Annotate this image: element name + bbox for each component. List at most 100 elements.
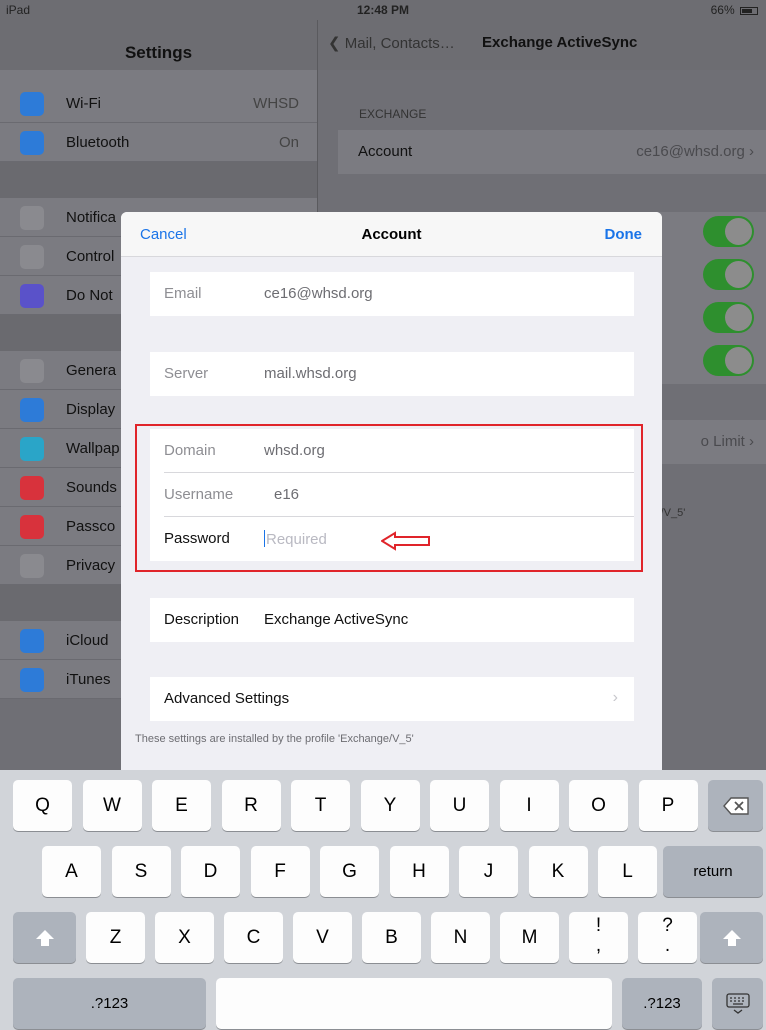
sidebar-item-wi-fi[interactable]: Wi-Fi WHSD [0, 84, 317, 123]
advanced-settings-row[interactable]: Advanced Settings › [150, 677, 634, 721]
modal-title: Account [361, 226, 422, 243]
keyboard-dismiss-icon [725, 993, 750, 1014]
key-y[interactable]: Y [360, 780, 420, 831]
key-s[interactable]: S [111, 846, 171, 897]
numbers-key-right[interactable]: .?123 [622, 978, 702, 1029]
delete-icon [722, 797, 749, 815]
back-button-label: Mail, Contacts… [344, 35, 455, 52]
sidebar-title: Settings [0, 20, 317, 70]
account-row[interactable]: Account ce16@whsd.org › [338, 130, 766, 174]
key-e[interactable]: E [152, 780, 211, 831]
key-h[interactable]: H [389, 846, 449, 897]
key-p[interactable]: P [638, 780, 698, 831]
key-!,[interactable]: ! , [569, 912, 628, 963]
account-row-label: Account [358, 143, 413, 160]
return-key[interactable]: return [663, 846, 763, 897]
bluetooth-icon [20, 131, 44, 155]
server-value[interactable]: mail.whsd.org [264, 365, 357, 382]
arrow-left-icon [381, 531, 430, 551]
sidebar-item-label: Passco [66, 518, 116, 535]
sidebar-gap [0, 162, 317, 198]
speaker-icon [20, 476, 44, 500]
key-q[interactable]: Q [13, 780, 72, 831]
key-a[interactable]: A [42, 846, 101, 897]
lock-icon [20, 515, 44, 539]
sidebar-item-label: Privacy [66, 557, 116, 574]
sidebar-item-value: WHSD [253, 95, 299, 112]
keyboard: QWERTYUIOP ASDFGHJKL return Z X C V B N M! ,? … [0, 770, 766, 1030]
display-icon [20, 398, 44, 422]
key-t[interactable]: T [291, 780, 350, 831]
sidebar-item-label: iCloud [66, 632, 109, 649]
advanced-group: Advanced Settings › [150, 677, 634, 721]
chevron-right-icon: › [612, 689, 618, 706]
done-button[interactable]: Done [605, 226, 643, 243]
server-group: Server mail.whsd.org [150, 352, 634, 396]
sidebar-item-bluetooth[interactable]: Bluetooth On [0, 123, 317, 162]
key-r[interactable]: R [221, 780, 281, 831]
key-l[interactable]: L [598, 846, 657, 897]
key-c[interactable]: C [224, 912, 283, 963]
description-value[interactable]: Exchange ActiveSync [264, 611, 408, 628]
key-o[interactable]: O [569, 780, 628, 831]
sidebar-item-label: Bluetooth [66, 134, 130, 151]
key-d[interactable]: D [181, 846, 240, 897]
numbers-key-left[interactable]: .?123 [13, 978, 206, 1029]
key-n[interactable]: N [431, 912, 490, 963]
app-store-icon [20, 668, 44, 692]
email-field[interactable]: Email ce16@whsd.org [150, 272, 634, 316]
backspace-key[interactable] [708, 780, 763, 831]
key-i[interactable]: I [499, 780, 559, 831]
wifi-icon [20, 92, 44, 116]
battery-indicator: 66% [711, 3, 758, 17]
email-value[interactable]: ce16@whsd.org [264, 285, 373, 302]
back-button[interactable]: ❮ Mail, Contacts… [328, 34, 455, 52]
key-z[interactable]: Z [86, 912, 145, 963]
key-f[interactable]: F [250, 846, 310, 897]
sidebar-partial-row [0, 70, 317, 84]
mail-days-value: o Limit › [700, 433, 754, 450]
clock: 12:48 PM [356, 3, 410, 17]
key-g[interactable]: G [320, 846, 379, 897]
email-label: Email [164, 285, 202, 302]
key-v[interactable]: V [293, 912, 352, 963]
account-row-value: ce16@whsd.org › [636, 143, 754, 160]
mail-toggle[interactable] [703, 216, 754, 247]
key-b[interactable]: B [362, 912, 421, 963]
email-group: Email ce16@whsd.org [150, 272, 634, 316]
calendars-toggle[interactable] [703, 302, 754, 333]
contacts-toggle[interactable] [703, 259, 754, 290]
key-w[interactable]: W [82, 780, 142, 831]
battery-icon [740, 6, 758, 15]
sidebar-item-label: Genera [66, 362, 117, 379]
modal-nav-bar: Cancel Account Done [121, 212, 662, 257]
chevron-left-icon: ❮ [328, 35, 345, 52]
detail-title: Exchange ActiveSync [482, 34, 638, 51]
space-bar[interactable] [216, 978, 612, 1029]
notifications-icon [20, 206, 44, 230]
sidebar-item-label: iTunes [66, 671, 111, 688]
key-k[interactable]: K [528, 846, 588, 897]
key-m[interactable]: M [500, 912, 559, 963]
reminders-toggle[interactable] [703, 345, 754, 376]
key-x[interactable]: X [155, 912, 214, 963]
server-field[interactable]: Server mail.whsd.org [150, 352, 634, 396]
description-field[interactable]: Description Exchange ActiveSync [150, 598, 634, 642]
key-u[interactable]: U [430, 780, 489, 831]
description-group: Description Exchange ActiveSync [150, 598, 634, 642]
sidebar-item-label: Sounds [66, 479, 117, 496]
shift-key-left[interactable] [13, 912, 76, 963]
hide-keyboard-key[interactable] [712, 978, 763, 1029]
key-?.[interactable]: ? . [638, 912, 697, 963]
key-j[interactable]: J [459, 846, 518, 897]
profile-footnote: These settings are installed by the prof… [135, 733, 414, 745]
sidebar-item-label: Notifica [66, 209, 117, 226]
shift-arrow-icon [35, 929, 54, 946]
sidebar-item-value: On [278, 134, 299, 151]
screen: iPad 12:48 PM 66% Settings Wi-Fi WHSD Blue… [0, 0, 766, 1030]
shift-key-right[interactable] [700, 912, 763, 963]
server-label: Server [164, 365, 209, 382]
sidebar-item-label: Control [66, 248, 115, 265]
wallpaper-icon [20, 437, 44, 461]
sidebar-group-connectivity: Wi-Fi WHSD Bluetooth On [0, 84, 317, 162]
